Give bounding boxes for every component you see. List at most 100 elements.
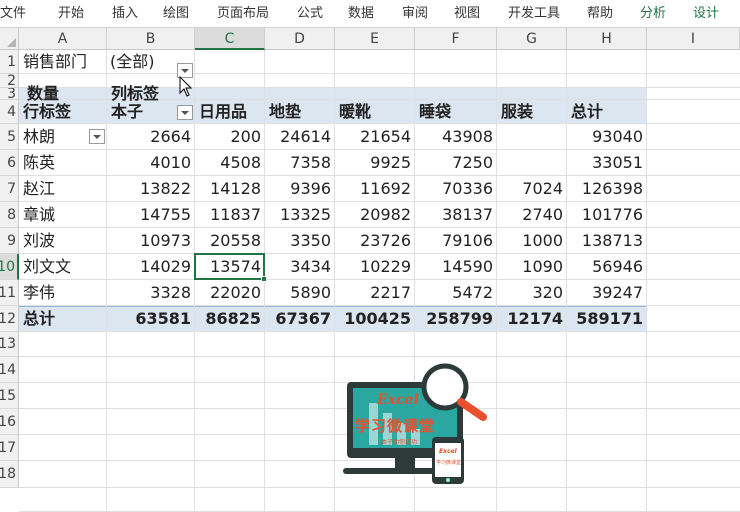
column-header-h[interactable]: H [567, 28, 647, 50]
tab-9[interactable]: 开发工具 [508, 0, 560, 27]
row-header-6[interactable]: 6 [0, 150, 19, 176]
value-cell[interactable]: 43908 [415, 124, 497, 150]
value-cell[interactable]: 3328 [107, 280, 195, 306]
value-cell[interactable]: 10973 [107, 228, 195, 254]
value-cell[interactable]: 101776 [567, 202, 647, 228]
total-cell[interactable]: 589171 [567, 306, 647, 332]
row-header-12[interactable]: 12 [0, 306, 19, 332]
row-header-14[interactable]: 14 [0, 357, 19, 383]
value-cell[interactable]: 20982 [335, 202, 415, 228]
total-cell[interactable]: 100425 [335, 306, 415, 332]
value-cell[interactable]: 1090 [497, 254, 567, 280]
row-name[interactable]: 陈英 [19, 150, 107, 176]
value-cell[interactable]: 14590 [415, 254, 497, 280]
value-cell[interactable] [497, 150, 567, 176]
select-all-corner[interactable] [0, 28, 19, 50]
value-cell[interactable]: 20558 [195, 228, 265, 254]
value-cell[interactable]: 21654 [335, 124, 415, 150]
row-header-7[interactable]: 7 [0, 176, 19, 202]
value-cell[interactable]: 5472 [415, 280, 497, 306]
column-header-c[interactable]: C [195, 28, 265, 50]
value-cell[interactable]: 4010 [107, 150, 195, 176]
column-header-d[interactable]: D [265, 28, 335, 50]
row-name[interactable]: 刘文文 [19, 254, 107, 280]
total-cell[interactable]: 67367 [265, 306, 335, 332]
row-header-15[interactable]: 15 [0, 383, 19, 409]
tab-5[interactable]: 公式 [297, 0, 323, 27]
row-name[interactable]: 章诚 [19, 202, 107, 228]
value-cell[interactable]: 7024 [497, 176, 567, 202]
value-cell[interactable]: 138713 [567, 228, 647, 254]
value-cell[interactable]: 14029 [107, 254, 195, 280]
value-cell[interactable]: 24614 [265, 124, 335, 150]
value-cell[interactable]: 56946 [567, 254, 647, 280]
value-cell[interactable]: 93040 [567, 124, 647, 150]
value-cell[interactable]: 2740 [497, 202, 567, 228]
row-name[interactable]: 赵江 [19, 176, 107, 202]
row-header-17[interactable]: 17 [0, 435, 19, 461]
column-header-g[interactable]: G [497, 28, 567, 50]
value-cell[interactable]: 9925 [335, 150, 415, 176]
column-header-b[interactable]: B [107, 28, 195, 50]
value-cell[interactable]: 7358 [265, 150, 335, 176]
tab-4[interactable]: 页面布局 [217, 0, 269, 27]
column-header-i[interactable]: I [647, 28, 740, 50]
value-cell[interactable]: 70336 [415, 176, 497, 202]
tab-10[interactable]: 帮助 [587, 0, 613, 27]
row-header-10[interactable]: 10 [0, 254, 19, 280]
value-cell[interactable]: 13325 [265, 202, 335, 228]
fill-handle[interactable] [261, 276, 267, 282]
row-header-2[interactable]: 2 [0, 74, 19, 88]
value-cell[interactable]: 33051 [567, 150, 647, 176]
column-header-e[interactable]: E [335, 28, 415, 50]
row-header-5[interactable]: 5 [0, 124, 19, 150]
value-cell[interactable]: 38137 [415, 202, 497, 228]
row-header-1[interactable]: 1 [0, 50, 19, 74]
value-cell[interactable]: 79106 [415, 228, 497, 254]
tab-12[interactable]: 设计 [693, 0, 719, 27]
value-cell[interactable]: 11837 [195, 202, 265, 228]
tab-2[interactable]: 插入 [112, 0, 138, 27]
tab-1[interactable]: 开始 [58, 0, 84, 27]
value-cell[interactable]: 9396 [265, 176, 335, 202]
value-cell[interactable]: 2217 [335, 280, 415, 306]
row-header-13[interactable]: 13 [0, 332, 19, 357]
tab-11[interactable]: 分析 [640, 0, 666, 27]
value-cell[interactable]: 7250 [415, 150, 497, 176]
value-cell[interactable]: 3350 [265, 228, 335, 254]
value-cell[interactable]: 3434 [265, 254, 335, 280]
total-cell[interactable]: 12174 [497, 306, 567, 332]
row-name[interactable]: 李伟 [19, 280, 107, 306]
row-header-3[interactable]: 3 [0, 88, 19, 100]
tab-0[interactable]: 文件 [0, 0, 26, 27]
filter-label[interactable]: 销售部门 [19, 50, 107, 74]
total-cell[interactable]: 63581 [107, 306, 195, 332]
row-header-16[interactable]: 16 [0, 409, 19, 435]
value-cell[interactable]: 11692 [335, 176, 415, 202]
total-cell[interactable]: 258799 [415, 306, 497, 332]
value-cell[interactable]: 14128 [195, 176, 265, 202]
row-header-8[interactable]: 8 [0, 202, 19, 228]
value-cell[interactable]: 2664 [107, 124, 195, 150]
value-cell[interactable]: 1000 [497, 228, 567, 254]
value-cell[interactable]: 14755 [107, 202, 195, 228]
row-name[interactable]: 刘波 [19, 228, 107, 254]
row-header-4[interactable]: 4 [0, 100, 19, 124]
value-cell[interactable]: 10229 [335, 254, 415, 280]
tab-6[interactable]: 数据 [348, 0, 374, 27]
row-name[interactable]: 林朗 [19, 124, 107, 150]
value-cell[interactable]: 5890 [265, 280, 335, 306]
value-cell[interactable]: 200 [195, 124, 265, 150]
total-cell[interactable]: 86825 [195, 306, 265, 332]
value-cell[interactable]: 22020 [195, 280, 265, 306]
tab-3[interactable]: 绘图 [163, 0, 189, 27]
row-header-9[interactable]: 9 [0, 228, 19, 254]
value-cell[interactable] [497, 124, 567, 150]
column-header-f[interactable]: F [415, 28, 497, 50]
value-cell[interactable]: 23726 [335, 228, 415, 254]
value-cell[interactable]: 320 [497, 280, 567, 306]
value-cell[interactable]: 39247 [567, 280, 647, 306]
column-header-a[interactable]: A [19, 28, 107, 50]
value-cell[interactable]: 4508 [195, 150, 265, 176]
row-header-11[interactable]: 11 [0, 280, 19, 306]
